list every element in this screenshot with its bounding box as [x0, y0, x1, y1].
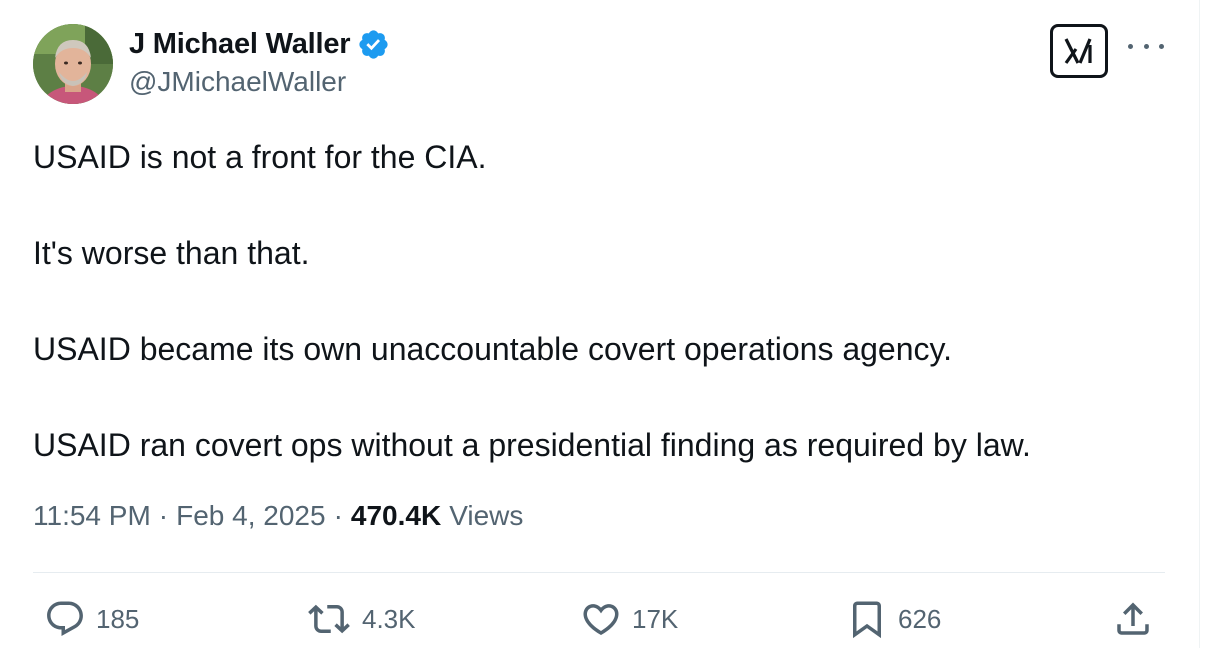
like-button[interactable]: 17K	[580, 598, 678, 640]
more-options-button[interactable]	[1128, 36, 1164, 56]
meta-separator: ·	[333, 500, 343, 531]
avatar-photo	[33, 24, 113, 104]
user-handle[interactable]: @JMichaelWaller	[129, 66, 390, 98]
action-bar: 185 4.3K 17K 626	[0, 598, 1198, 646]
author-info: J Michael Waller @JMichaelWaller	[129, 24, 390, 98]
tweet-paragraph: It's worse than that.	[33, 235, 310, 271]
views-count[interactable]: 470.4K	[351, 500, 441, 532]
repost-count: 4.3K	[362, 603, 416, 634]
views-label[interactable]: Views	[449, 500, 523, 532]
meta-separator: ·	[158, 500, 169, 531]
reply-count: 185	[96, 603, 140, 634]
bookmark-button[interactable]: 626	[846, 598, 941, 640]
bookmark-count: 626	[898, 603, 942, 634]
tweet-time[interactable]: 11:54 PM	[33, 500, 151, 532]
grok-icon	[1064, 38, 1092, 64]
name-row: J Michael Waller	[129, 24, 390, 64]
tweet-paragraph: USAID ran covert ops without a president…	[33, 427, 1031, 463]
tweet-date[interactable]: Feb 4, 2025	[176, 500, 325, 532]
avatar[interactable]	[33, 24, 113, 104]
repost-button[interactable]: 4.3K	[306, 598, 416, 640]
reply-icon	[47, 601, 83, 636]
tweet-text: USAID is not a front for the CIA. It's w…	[33, 137, 1173, 521]
timeline-border	[1199, 0, 1200, 648]
tweet-paragraph: USAID became its own unaccountable cover…	[33, 331, 953, 367]
tweet-paragraph: USAID is not a front for the CIA.	[33, 139, 487, 175]
tweet-card: J Michael Waller @JMichaelWaller USAID i…	[0, 0, 1198, 648]
share-icon	[1117, 602, 1149, 635]
share-button[interactable]	[1112, 598, 1154, 640]
display-name[interactable]: J Michael Waller	[129, 28, 351, 61]
verified-badge-icon[interactable]	[357, 28, 390, 61]
bookmark-icon	[853, 601, 881, 639]
divider	[33, 572, 1165, 573]
repost-icon	[308, 604, 350, 634]
tweet-meta: 11:54 PM · Feb 4, 2025 · 470.4K Views	[33, 500, 523, 532]
reply-button[interactable]: 185	[44, 598, 139, 640]
like-count: 17K	[632, 603, 679, 634]
grok-button[interactable]	[1050, 24, 1108, 78]
more-icon	[1128, 43, 1133, 49]
heart-icon	[583, 604, 619, 636]
